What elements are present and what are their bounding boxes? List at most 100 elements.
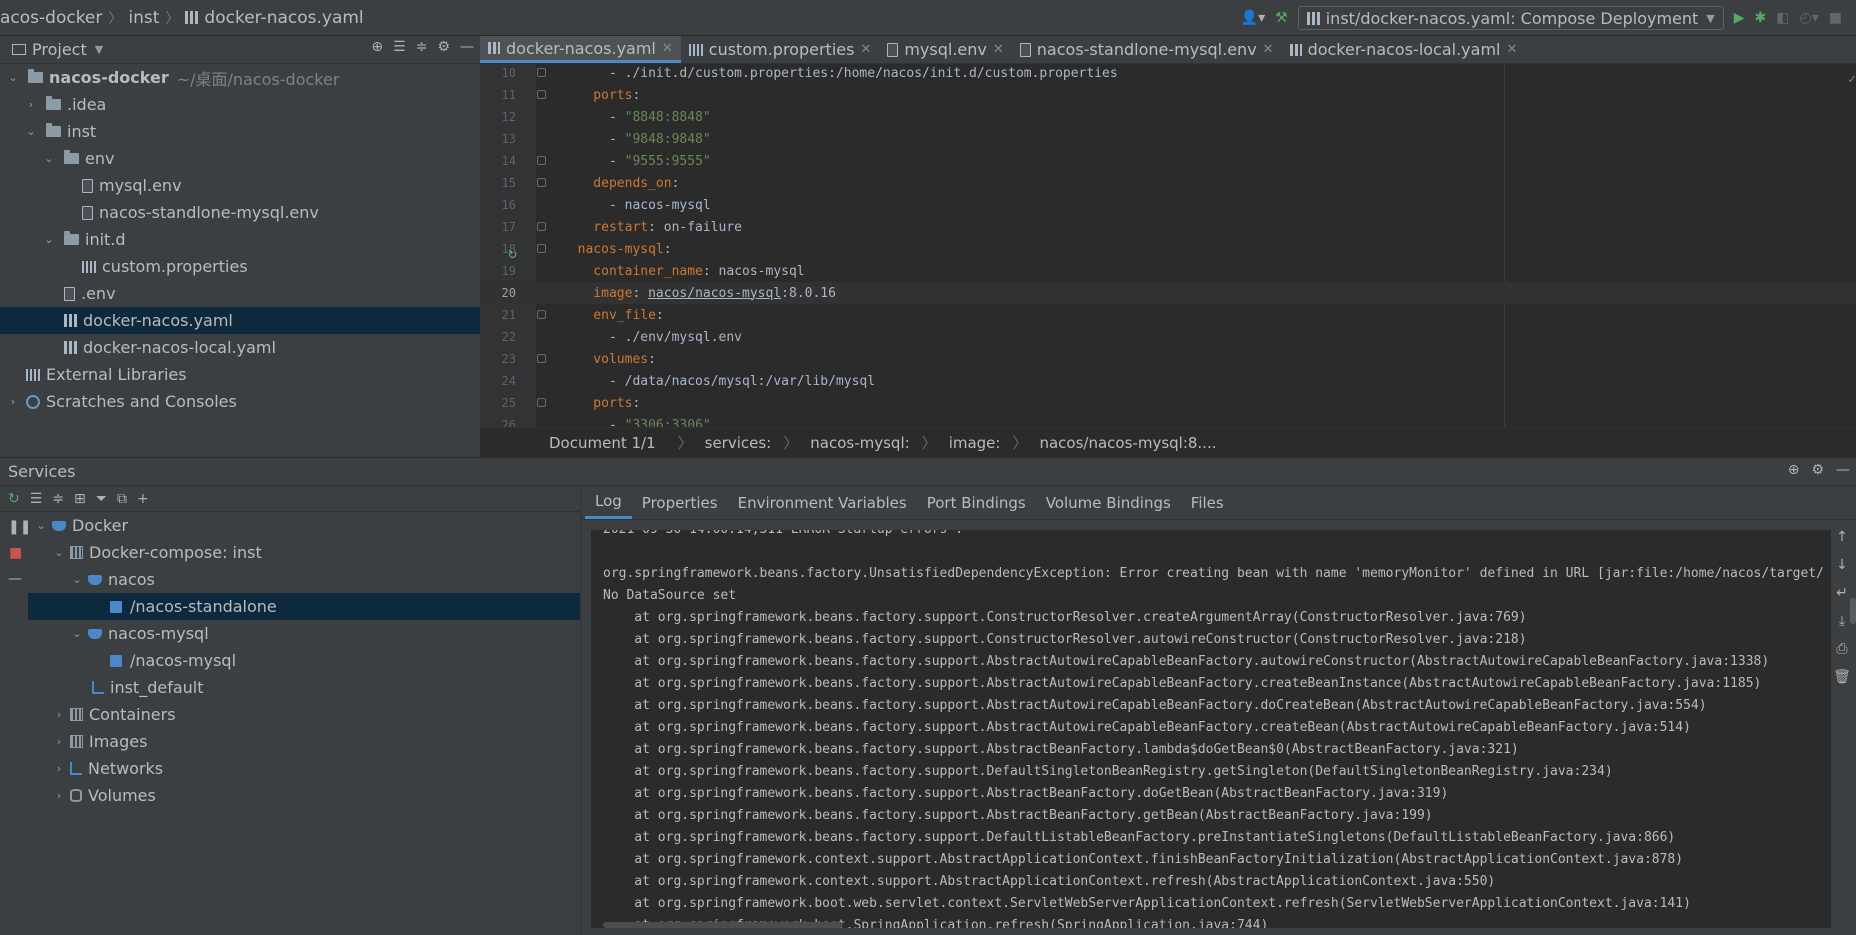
service-item-nacos[interactable]: ⌄ nacos bbox=[28, 566, 580, 593]
service-item-inst-default[interactable]: inst_default bbox=[28, 674, 580, 701]
close-icon[interactable]: ✕ bbox=[993, 42, 1004, 57]
tree-item-env[interactable]: ⌄ env bbox=[0, 145, 480, 172]
fold-marker-icon[interactable] bbox=[537, 244, 546, 253]
code-line[interactable]: 23 volumes: bbox=[480, 348, 1856, 370]
debug-icon[interactable]: ✱ bbox=[1755, 11, 1767, 25]
rerun-service-icon[interactable]: ↻ bbox=[508, 244, 517, 262]
breadcrumb-image[interactable]: image: bbox=[949, 434, 1001, 452]
chevron-down-icon[interactable]: ⌄ bbox=[70, 627, 84, 640]
chevron-down-icon[interactable]: ⌄ bbox=[42, 152, 56, 165]
tab-custom-properties[interactable]: custom.properties ✕ bbox=[681, 36, 880, 63]
locate-icon[interactable]: ⊕ bbox=[371, 40, 383, 54]
close-icon[interactable]: ✕ bbox=[662, 41, 673, 56]
fold-marker-icon[interactable] bbox=[537, 68, 546, 77]
breadcrumb-file[interactable]: docker-nacos.yaml bbox=[204, 8, 363, 28]
close-icon[interactable]: ✕ bbox=[1506, 42, 1517, 57]
close-icon[interactable]: ✕ bbox=[1263, 42, 1274, 57]
close-icon[interactable]: ✕ bbox=[860, 42, 871, 57]
stop-icon[interactable]: ■ bbox=[9, 546, 22, 560]
code-line[interactable]: 15 depends_on: bbox=[480, 172, 1856, 194]
tree-item-idea[interactable]: › .idea bbox=[0, 91, 480, 118]
chevron-right-icon[interactable]: › bbox=[24, 98, 38, 111]
collapse-all-icon[interactable]: ≑ bbox=[52, 492, 64, 506]
breadcrumb-document[interactable]: Document 1/1 bbox=[549, 434, 656, 452]
scroll-up-icon[interactable]: ↑ bbox=[1836, 530, 1848, 544]
code-line[interactable]: 26 - "3306:3306" bbox=[480, 414, 1856, 428]
chevron-down-icon[interactable]: ⌄ bbox=[34, 519, 48, 532]
tree-item-docker-nacos-local-yaml[interactable]: docker-nacos-local.yaml bbox=[0, 334, 480, 361]
filter-icon[interactable]: ⏷ bbox=[96, 492, 107, 506]
print-icon[interactable]: ⎙ bbox=[1836, 642, 1847, 656]
globe-icon[interactable]: ⊕ bbox=[1788, 463, 1800, 477]
service-item-images[interactable]: › Images bbox=[28, 728, 580, 755]
service-item-nacos-mysql-container[interactable]: /nacos-mysql bbox=[28, 647, 580, 674]
tree-item-dot-env[interactable]: .env bbox=[0, 280, 480, 307]
tab-mysql-env[interactable]: mysql.env ✕ bbox=[879, 36, 1011, 63]
services-title[interactable]: Services bbox=[8, 462, 75, 481]
tree-item-docker-nacos-yaml[interactable]: docker-nacos.yaml bbox=[0, 307, 480, 334]
breadcrumb-folder[interactable]: inst bbox=[128, 8, 159, 28]
tree-item-nacos-standlone-mysql-env[interactable]: nacos-standlone-mysql.env bbox=[0, 199, 480, 226]
run-icon[interactable]: ▶ bbox=[1734, 11, 1745, 25]
run-configuration-select[interactable]: inst/docker-nacos.yaml: Compose Deployme… bbox=[1297, 6, 1724, 30]
chevron-right-icon[interactable]: › bbox=[52, 762, 66, 775]
code-line[interactable]: 18 nacos-mysql: bbox=[480, 238, 1856, 260]
tab-docker-nacos-yaml[interactable]: docker-nacos.yaml ✕ bbox=[480, 36, 681, 63]
user-icon[interactable]: 👤▾ bbox=[1241, 11, 1265, 25]
code-line[interactable]: 21 env_file: bbox=[480, 304, 1856, 326]
fold-marker-icon[interactable] bbox=[537, 156, 546, 165]
tab-files[interactable]: Files bbox=[1181, 486, 1234, 519]
chevron-down-icon[interactable]: ⌄ bbox=[70, 573, 84, 586]
breadcrumb-nacos-mysql[interactable]: nacos-mysql: bbox=[810, 434, 909, 452]
fold-marker-icon[interactable] bbox=[537, 310, 546, 319]
breadcrumb-services[interactable]: services: bbox=[705, 434, 772, 452]
service-item-docker[interactable]: ⌄ Docker bbox=[28, 512, 580, 539]
tab-port-bindings[interactable]: Port Bindings bbox=[917, 486, 1036, 519]
horizontal-scrollbar[interactable] bbox=[603, 922, 843, 928]
add-icon[interactable]: + bbox=[137, 492, 149, 506]
trash-icon[interactable]: 🗑 bbox=[1833, 670, 1851, 684]
gear-icon[interactable]: ⚙ bbox=[1811, 463, 1824, 477]
code-line[interactable]: 19 container_name: nacos-mysql bbox=[480, 260, 1856, 282]
tab-environment-variables[interactable]: Environment Variables bbox=[728, 486, 917, 519]
code-line[interactable]: 10 - ./init.d/custom.properties:/home/na… bbox=[480, 64, 1856, 84]
code-line[interactable]: 13 - "9848:9848" bbox=[480, 128, 1856, 150]
service-item-nacos-mysql[interactable]: ⌄ nacos-mysql bbox=[28, 620, 580, 647]
stop-icon[interactable]: ■ bbox=[1829, 11, 1842, 25]
chevron-down-icon[interactable]: ⌄ bbox=[42, 233, 56, 246]
profile-icon[interactable]: ◴▾ bbox=[1800, 11, 1819, 25]
log-output[interactable]: 2021-09-30 14:00:14,311 ERROR Startup er… bbox=[591, 530, 1831, 928]
new-tab-icon[interactable]: ⧉ bbox=[117, 492, 127, 506]
service-item-networks[interactable]: › Networks bbox=[28, 755, 580, 782]
code-line[interactable]: 16 - nacos-mysql bbox=[480, 194, 1856, 216]
code-line[interactable]: 24 - /data/nacos/mysql:/var/lib/mysql bbox=[480, 370, 1856, 392]
chevron-down-icon[interactable]: ⌄ bbox=[52, 546, 66, 559]
chevron-right-icon[interactable]: › bbox=[52, 735, 66, 748]
fold-marker-icon[interactable] bbox=[537, 178, 546, 187]
code-line[interactable]: 22 - ./env/mysql.env bbox=[480, 326, 1856, 348]
tree-item-inst[interactable]: ⌄ inst bbox=[0, 118, 480, 145]
code-line[interactable]: 20 image: nacos/nacos-mysql:8.0.16 bbox=[480, 282, 1856, 304]
gear-icon[interactable]: ⚙ bbox=[437, 40, 450, 54]
code-line[interactable]: 12 - "8848:8848" bbox=[480, 106, 1856, 128]
chevron-down-icon[interactable]: ⌄ bbox=[6, 71, 20, 84]
chevron-right-icon[interactable]: › bbox=[52, 708, 66, 721]
fold-marker-icon[interactable] bbox=[537, 222, 546, 231]
service-item-volumes[interactable]: › Volumes bbox=[28, 782, 580, 809]
chevron-right-icon[interactable]: › bbox=[52, 789, 66, 802]
project-panel-title[interactable]: Project bbox=[32, 40, 87, 59]
tab-volume-bindings[interactable]: Volume Bindings bbox=[1036, 486, 1181, 519]
breadcrumb-project[interactable]: acos-docker bbox=[0, 8, 102, 28]
soft-wrap-icon[interactable]: ↵ bbox=[1836, 586, 1848, 600]
yaml-image-link[interactable]: nacos/nacos-mysql bbox=[648, 286, 781, 301]
tree-item-mysql-env[interactable]: mysql.env bbox=[0, 172, 480, 199]
coverage-icon[interactable]: ◧ bbox=[1776, 11, 1789, 25]
tree-item-custom-properties[interactable]: custom.properties bbox=[0, 253, 480, 280]
breadcrumb-image-value[interactable]: nacos/nacos-mysql:8.... bbox=[1039, 434, 1216, 452]
tree-item-scratches[interactable]: › Scratches and Consoles bbox=[0, 388, 480, 415]
expand-all-icon[interactable]: ☰ bbox=[30, 492, 43, 506]
tab-properties[interactable]: Properties bbox=[632, 486, 728, 519]
code-line[interactable]: 25 ports: bbox=[480, 392, 1856, 414]
service-item-compose-inst[interactable]: ⌄ Docker-compose: inst bbox=[28, 539, 580, 566]
tab-docker-nacos-local-yaml[interactable]: docker-nacos-local.yaml ✕ bbox=[1282, 36, 1526, 63]
